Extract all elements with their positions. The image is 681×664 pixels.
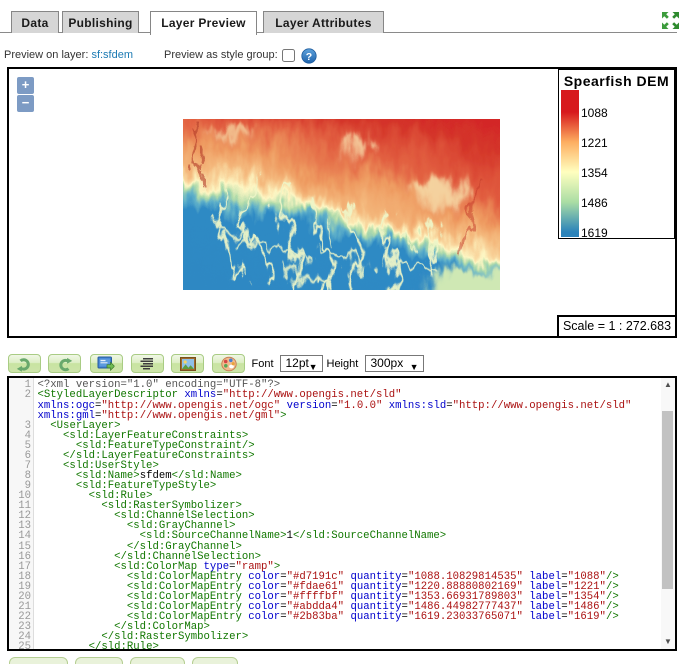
svg-text:?: ? [306,51,312,63]
